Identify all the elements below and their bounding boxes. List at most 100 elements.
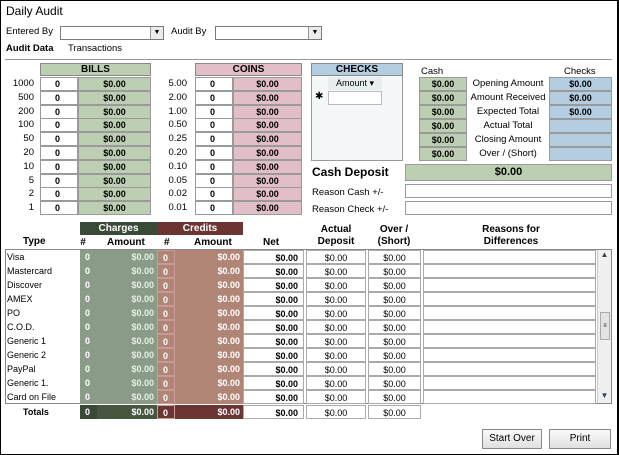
scroll-down-icon[interactable]: ▼ <box>598 391 611 403</box>
coins-quantity-input[interactable]: 0 <box>195 118 233 133</box>
scroll-thumb[interactable]: ≡ <box>600 312 610 340</box>
charges-count[interactable]: 0 <box>80 250 97 264</box>
credits-count[interactable]: 0 <box>157 278 175 292</box>
audit-by-combo[interactable]: ▼ <box>215 26 322 40</box>
tab-transactions[interactable]: Transactions <box>68 43 122 54</box>
credits-count[interactable]: 0 <box>157 376 175 390</box>
charges-amount[interactable]: $0.00 <box>97 390 157 404</box>
actual-deposit-input[interactable]: $0.00 <box>306 278 366 292</box>
actual-deposit-input[interactable]: $0.00 <box>306 320 366 334</box>
charges-count[interactable]: 0 <box>80 278 97 292</box>
charges-amount[interactable]: $0.00 <box>97 376 157 390</box>
entered-by-combo[interactable]: ▼ <box>60 26 164 40</box>
charges-amount[interactable]: $0.00 <box>97 250 157 264</box>
credits-count[interactable]: 0 <box>157 306 175 320</box>
actual-deposit-input[interactable]: $0.00 <box>306 362 366 376</box>
scroll-up-icon[interactable]: ▲ <box>598 250 611 262</box>
charges-amount[interactable]: $0.00 <box>97 348 157 362</box>
coins-quantity-input[interactable]: 0 <box>195 201 233 216</box>
credits-amount[interactable]: $0.00 <box>175 306 243 320</box>
reason-input[interactable] <box>423 292 596 306</box>
actual-deposit-input[interactable]: $0.00 <box>306 292 366 306</box>
bills-quantity-input[interactable]: 0 <box>40 104 78 119</box>
actual-deposit-input[interactable]: $0.00 <box>306 348 366 362</box>
charges-count[interactable]: 0 <box>80 334 97 348</box>
bills-quantity-input[interactable]: 0 <box>40 132 78 147</box>
scrollbar[interactable]: ▲ ≡ ▼ <box>597 250 611 403</box>
credits-amount[interactable]: $0.00 <box>175 264 243 278</box>
amount-column-header[interactable]: Amount ▾ <box>328 77 382 90</box>
reason-check-input[interactable] <box>405 201 612 215</box>
reason-input[interactable] <box>423 250 596 264</box>
charges-count[interactable]: 0 <box>80 390 97 404</box>
credits-count[interactable]: 0 <box>157 362 175 376</box>
credits-amount[interactable]: $0.00 <box>175 250 243 264</box>
credits-count[interactable]: 0 <box>157 264 175 278</box>
tab-audit-data[interactable]: Audit Data <box>6 43 54 54</box>
chevron-down-icon[interactable]: ▼ <box>308 27 321 39</box>
charges-amount[interactable]: $0.00 <box>97 278 157 292</box>
credits-count[interactable]: 0 <box>157 250 175 264</box>
coins-quantity-input[interactable]: 0 <box>195 90 233 105</box>
credits-amount[interactable]: $0.00 <box>175 334 243 348</box>
reason-input[interactable] <box>423 278 596 292</box>
amount-new-input[interactable] <box>328 91 382 105</box>
charges-amount[interactable]: $0.00 <box>97 292 157 306</box>
charges-amount[interactable]: $0.00 <box>97 306 157 320</box>
reason-input[interactable] <box>423 348 596 362</box>
credits-count[interactable]: 0 <box>157 390 175 404</box>
reason-input[interactable] <box>423 376 596 390</box>
credits-amount[interactable]: $0.00 <box>175 376 243 390</box>
coins-quantity-input[interactable]: 0 <box>195 77 233 91</box>
credits-amount[interactable]: $0.00 <box>175 362 243 376</box>
credits-count[interactable]: 0 <box>157 292 175 306</box>
actual-deposit-input[interactable]: $0.00 <box>306 376 366 390</box>
charges-amount[interactable]: $0.00 <box>97 264 157 278</box>
charges-amount[interactable]: $0.00 <box>97 334 157 348</box>
coins-quantity-input[interactable]: 0 <box>195 146 233 160</box>
bills-quantity-input[interactable]: 0 <box>40 187 78 202</box>
credits-count[interactable]: 0 <box>157 334 175 348</box>
reason-input[interactable] <box>423 320 596 334</box>
credits-amount[interactable]: $0.00 <box>175 320 243 334</box>
actual-deposit-input[interactable]: $0.00 <box>306 390 366 404</box>
bills-quantity-input[interactable]: 0 <box>40 173 78 188</box>
reason-input[interactable] <box>423 334 596 348</box>
coins-quantity-input[interactable]: 0 <box>195 132 233 147</box>
reason-input[interactable] <box>423 390 596 404</box>
charges-count[interactable]: 0 <box>80 348 97 362</box>
reason-cash-input[interactable] <box>405 184 612 198</box>
charges-count[interactable]: 0 <box>80 376 97 390</box>
coins-quantity-input[interactable]: 0 <box>195 104 233 119</box>
credits-amount[interactable]: $0.00 <box>175 292 243 306</box>
coins-quantity-input[interactable]: 0 <box>195 187 233 202</box>
charges-count[interactable]: 0 <box>80 320 97 334</box>
charges-count[interactable]: 0 <box>80 306 97 320</box>
credits-amount[interactable]: $0.00 <box>175 348 243 362</box>
bills-quantity-input[interactable]: 0 <box>40 118 78 133</box>
bills-quantity-input[interactable]: 0 <box>40 159 78 174</box>
credits-amount[interactable]: $0.00 <box>175 278 243 292</box>
credits-amount[interactable]: $0.00 <box>175 390 243 404</box>
bills-quantity-input[interactable]: 0 <box>40 201 78 216</box>
charges-amount[interactable]: $0.00 <box>97 320 157 334</box>
credits-count[interactable]: 0 <box>157 320 175 334</box>
charges-count[interactable]: 0 <box>80 362 97 376</box>
actual-deposit-input[interactable]: $0.00 <box>306 250 366 264</box>
charges-count[interactable]: 0 <box>80 264 97 278</box>
checks-subform[interactable]: CHECKS Amount ▾ ✱ <box>311 63 403 161</box>
actual-deposit-input[interactable]: $0.00 <box>306 334 366 348</box>
bills-quantity-input[interactable]: 0 <box>40 77 78 91</box>
reason-input[interactable] <box>423 264 596 278</box>
credits-count[interactable]: 0 <box>157 348 175 362</box>
coins-quantity-input[interactable]: 0 <box>195 159 233 174</box>
actual-deposit-input[interactable]: $0.00 <box>306 264 366 278</box>
bills-quantity-input[interactable]: 0 <box>40 90 78 105</box>
reason-input[interactable] <box>423 362 596 376</box>
reason-input[interactable] <box>423 306 596 320</box>
charges-count[interactable]: 0 <box>80 292 97 306</box>
start-over-button[interactable]: Start Over <box>482 429 542 449</box>
print-button[interactable]: Print <box>549 429 611 449</box>
coins-quantity-input[interactable]: 0 <box>195 173 233 188</box>
charges-amount[interactable]: $0.00 <box>97 362 157 376</box>
